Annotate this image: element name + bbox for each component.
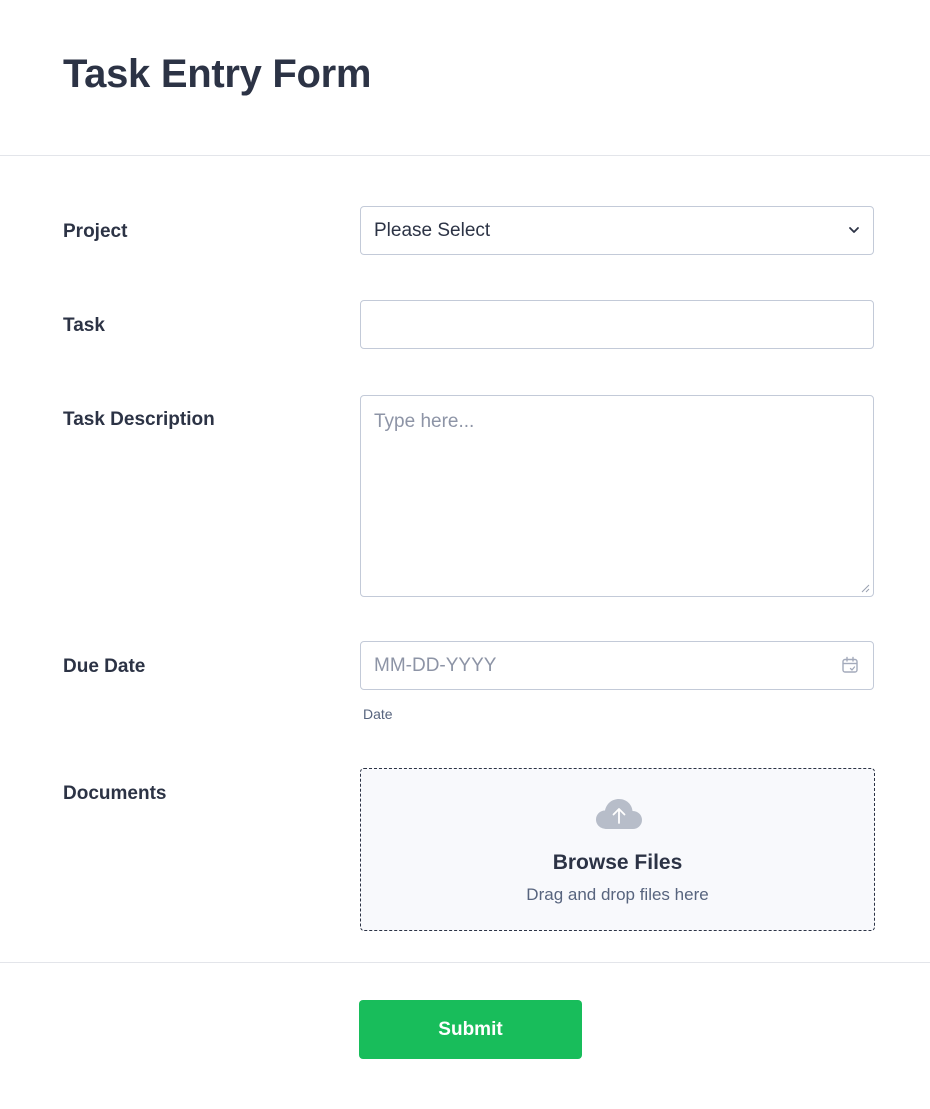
task-description-label: Task Description: [63, 409, 215, 430]
task-description-textarea[interactable]: Type here...: [360, 395, 874, 597]
due-date-placeholder: MM-DD-YYYY: [374, 655, 497, 676]
project-select-value: Please Select: [374, 220, 491, 241]
project-label: Project: [63, 221, 128, 242]
documents-label: Documents: [63, 783, 167, 804]
task-input[interactable]: [360, 300, 874, 349]
resize-handle-icon[interactable]: [860, 583, 870, 593]
footer-divider: [0, 962, 930, 963]
project-select[interactable]: Please Select: [360, 206, 874, 255]
due-date-label: Due Date: [63, 656, 146, 677]
drag-drop-hint: Drag and drop files here: [526, 885, 709, 904]
file-dropzone[interactable]: Browse Files Drag and drop files here: [360, 768, 875, 931]
due-date-input[interactable]: MM-DD-YYYY: [360, 641, 874, 690]
task-description-placeholder: Type here...: [374, 411, 475, 432]
browse-files-title[interactable]: Browse Files: [361, 851, 874, 875]
page-title: Task Entry Form: [63, 52, 372, 96]
form-header: Task Entry Form: [0, 0, 930, 156]
task-label: Task: [63, 315, 105, 336]
submit-button[interactable]: Submit: [359, 1000, 582, 1059]
due-date-sublabel: Date: [363, 706, 393, 722]
calendar-icon[interactable]: [841, 656, 859, 674]
cloud-upload-icon: [596, 799, 642, 829]
chevron-down-icon: [849, 227, 859, 233]
